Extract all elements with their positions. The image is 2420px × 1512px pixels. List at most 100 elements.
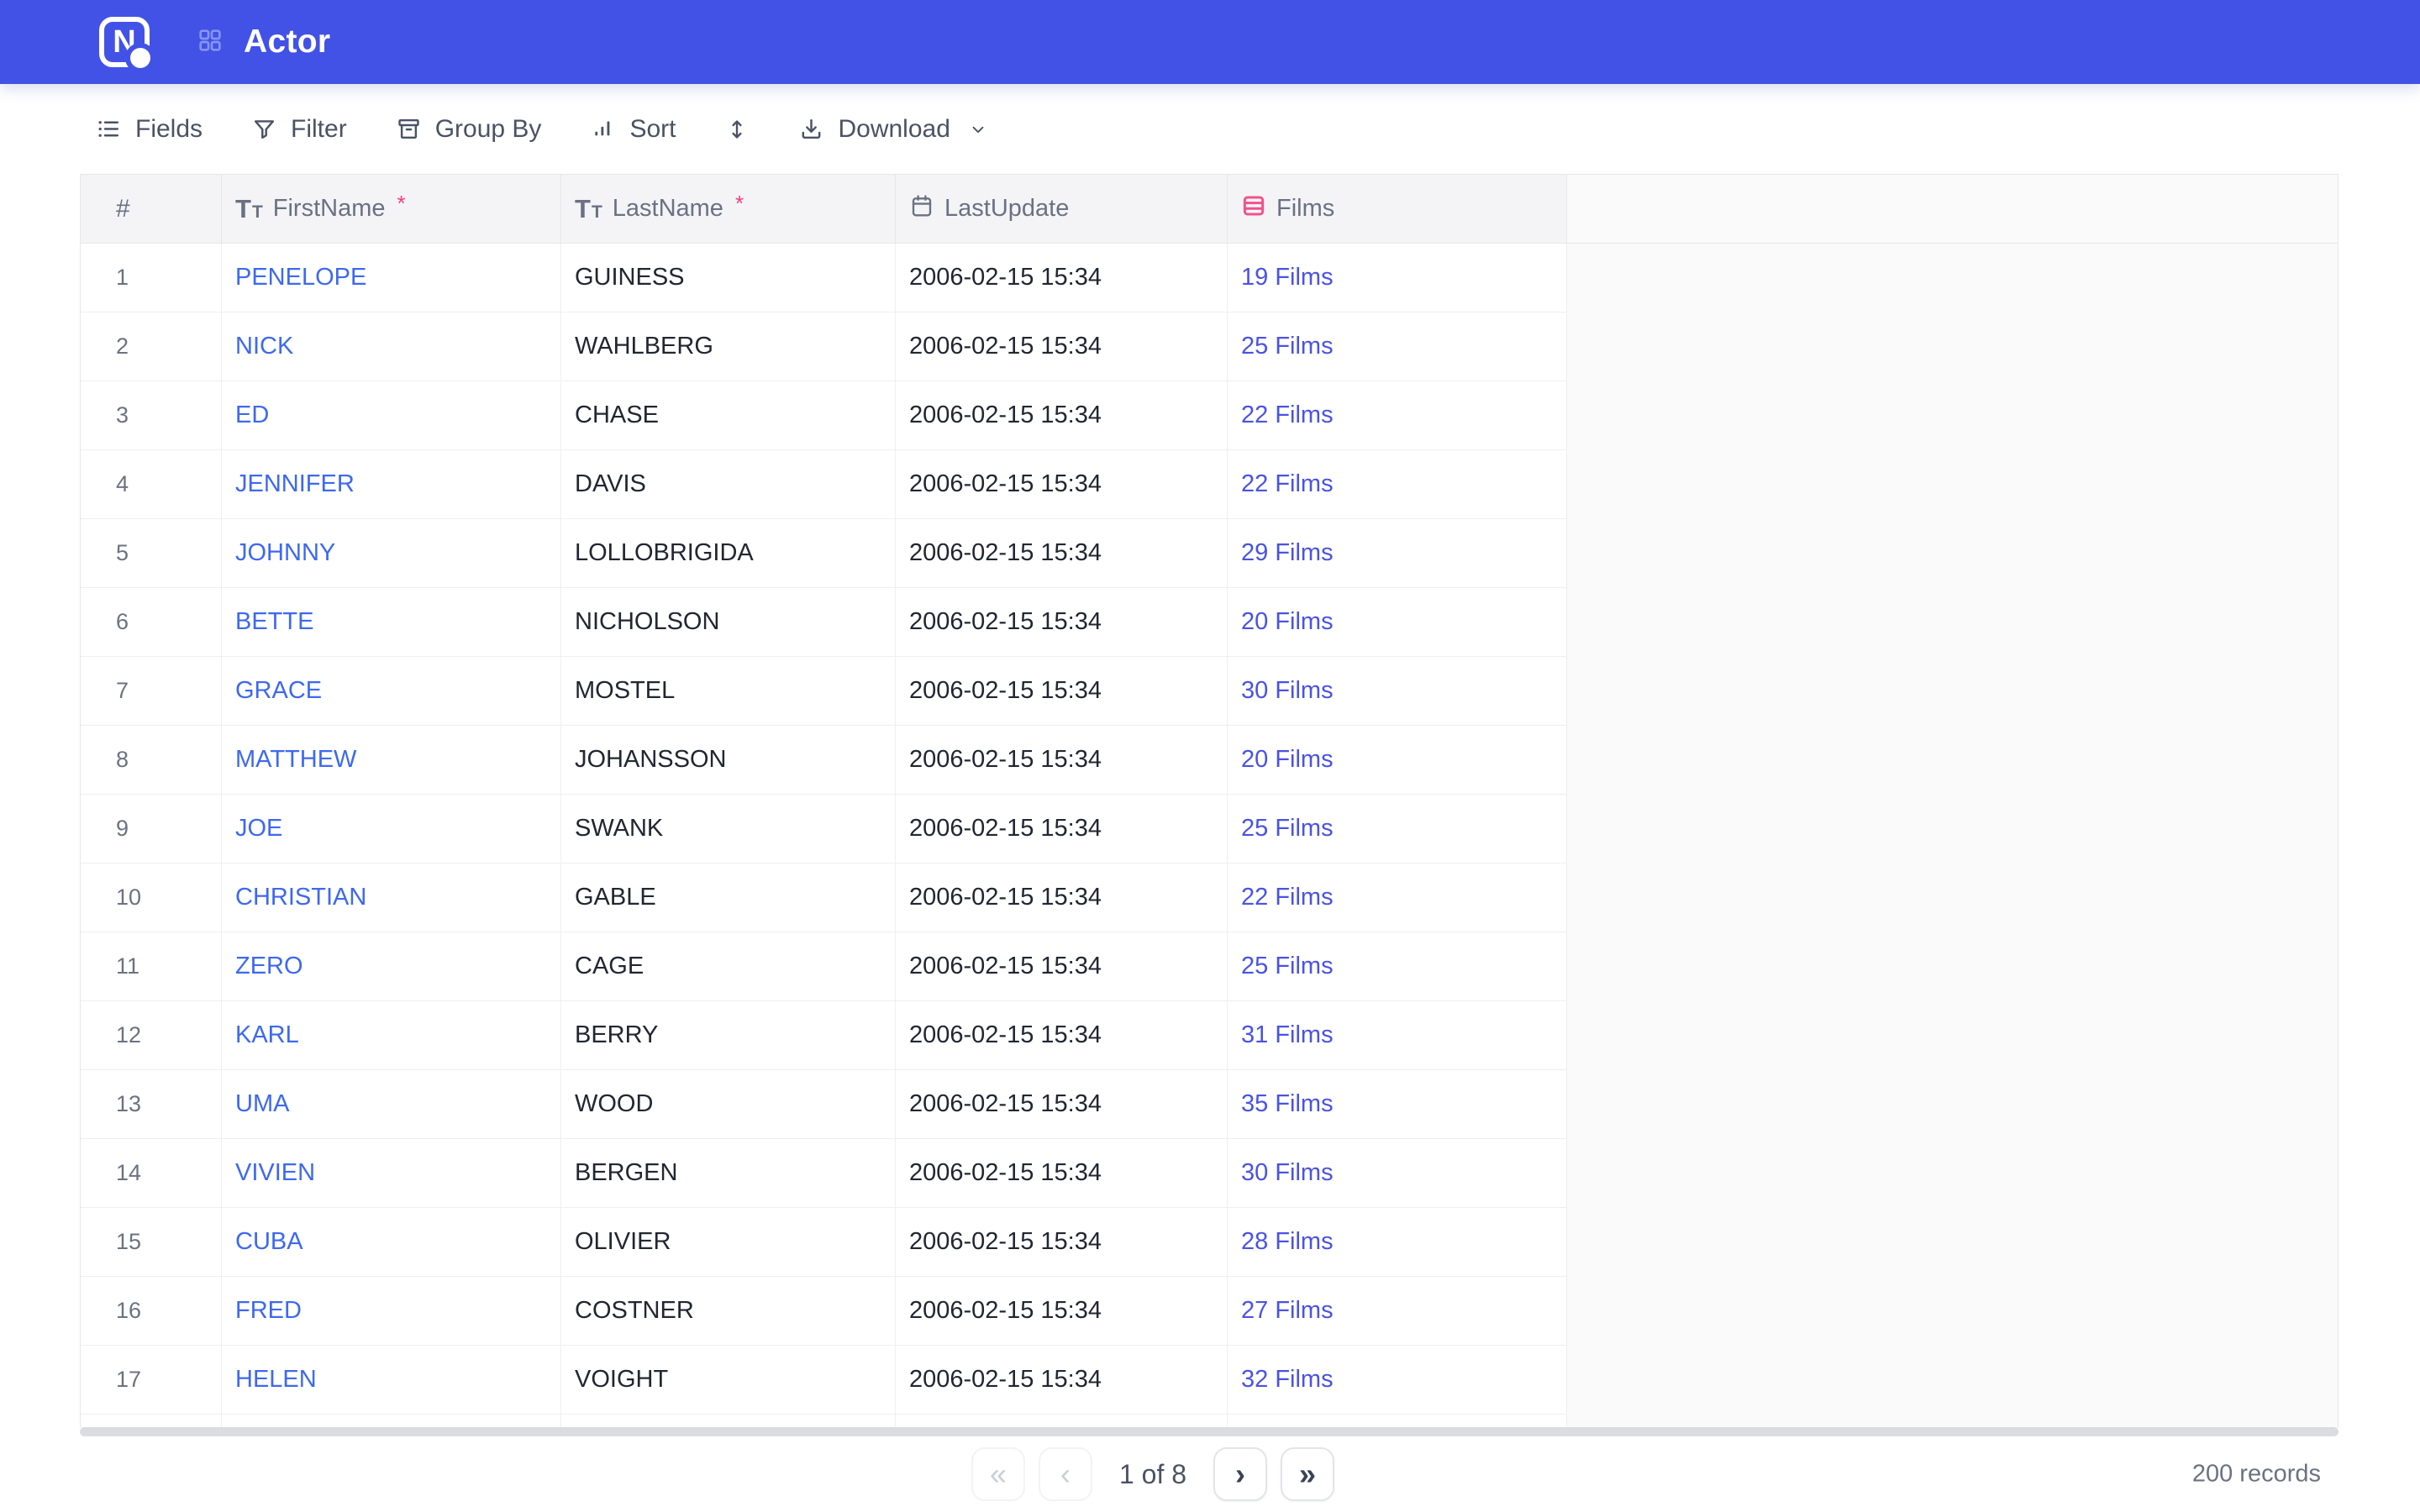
lastname-cell[interactable]: OLIVIER (561, 1208, 896, 1277)
films-cell[interactable]: 29 Films (1228, 519, 1567, 588)
firstname-cell[interactable]: PENELOPE (222, 244, 561, 312)
download-button[interactable]: Download (798, 115, 986, 144)
films-link[interactable]: 35 Films (1241, 1090, 1334, 1118)
lastname-cell[interactable]: SWANK (561, 795, 896, 864)
films-cell[interactable]: 20 Films (1228, 588, 1567, 657)
lastupdate-cell[interactable]: 2006-02-15 15:34 (896, 932, 1228, 1001)
films-cell[interactable]: 25 Films (1228, 312, 1567, 381)
firstname-link[interactable]: JOE (235, 815, 282, 843)
lastname-cell[interactable]: CAGE (561, 932, 896, 1001)
films-cell[interactable]: 22 Films (1228, 450, 1567, 519)
lastupdate-cell[interactable]: 2006-02-15 15:34 (896, 1346, 1228, 1415)
next-page-button[interactable]: › (1213, 1447, 1267, 1501)
films-cell[interactable]: 27 Films (1228, 1277, 1567, 1346)
column-header-films[interactable]: Films (1228, 175, 1567, 243)
firstname-cell[interactable]: MATTHEW (222, 726, 561, 795)
films-cell[interactable]: 25 Films (1228, 795, 1567, 864)
films-link[interactable]: 30 Films (1241, 1159, 1334, 1187)
firstname-link[interactable]: JENNIFER (235, 470, 355, 498)
films-cell[interactable]: 30 Films (1228, 657, 1567, 726)
lastupdate-cell[interactable]: 2006-02-15 15:34 (896, 1001, 1228, 1070)
lastname-cell[interactable]: MOSTEL (561, 657, 896, 726)
films-cell[interactable]: 22 Films (1228, 864, 1567, 932)
films-link[interactable]: 19 Films (1241, 264, 1334, 291)
lastupdate-cell[interactable]: 2006-02-15 15:34 (896, 519, 1228, 588)
lastupdate-cell[interactable]: 2006-02-15 15:34 (896, 1208, 1228, 1277)
lastupdate-cell[interactable]: 2006-02-15 15:34 (896, 1139, 1228, 1208)
row-height-button[interactable] (724, 117, 750, 142)
lastupdate-cell[interactable]: 2006-02-15 15:34 (896, 450, 1228, 519)
films-link[interactable]: 25 Films (1241, 953, 1334, 980)
firstname-cell[interactable]: JENNIFER (222, 450, 561, 519)
firstname-link[interactable]: GRACE (235, 677, 322, 705)
films-link[interactable]: 22 Films (1241, 884, 1334, 911)
lastname-cell[interactable]: NICHOLSON (561, 588, 896, 657)
lastupdate-cell[interactable]: 2006-02-15 15:34 (896, 657, 1228, 726)
firstname-cell[interactable]: UMA (222, 1070, 561, 1139)
firstname-link[interactable]: UMA (235, 1090, 289, 1118)
lastname-cell[interactable]: WOOD (561, 1070, 896, 1139)
column-header-firstname[interactable]: TT FirstName * (222, 175, 561, 243)
lastname-cell[interactable]: BERRY (561, 1001, 896, 1070)
firstname-link[interactable]: NICK (235, 333, 293, 360)
lastname-cell[interactable]: CHASE (561, 381, 896, 450)
firstname-cell[interactable]: KARL (222, 1001, 561, 1070)
first-page-button[interactable]: « (971, 1447, 1025, 1501)
lastname-cell[interactable]: GABLE (561, 864, 896, 932)
films-cell[interactable]: 19 Films (1228, 244, 1567, 312)
prev-page-button[interactable]: ‹ (1039, 1447, 1092, 1501)
firstname-link[interactable]: CUBA (235, 1228, 303, 1256)
column-header-lastupdate[interactable]: LastUpdate (896, 175, 1228, 243)
lastupdate-cell[interactable]: 2006-02-15 15:34 (896, 1070, 1228, 1139)
firstname-link[interactable]: PENELOPE (235, 264, 366, 291)
films-cell[interactable]: 35 Films (1228, 1070, 1567, 1139)
firstname-link[interactable]: JOHNNY (235, 539, 335, 567)
films-link[interactable]: 20 Films (1241, 608, 1334, 636)
films-link[interactable]: 25 Films (1241, 815, 1334, 843)
nocodb-logo[interactable]: N (99, 17, 150, 67)
films-link[interactable]: 29 Films (1241, 539, 1334, 567)
firstname-cell[interactable]: BETTE (222, 588, 561, 657)
films-cell[interactable]: 31 Films (1228, 1001, 1567, 1070)
lastname-cell[interactable]: DAVIS (561, 450, 896, 519)
firstname-cell[interactable]: JOE (222, 795, 561, 864)
column-header-lastname[interactable]: TT LastName * (561, 175, 896, 243)
films-cell[interactable]: 20 Films (1228, 726, 1567, 795)
firstname-link[interactable]: ED (235, 402, 269, 429)
films-cell[interactable]: 32 Films (1228, 1346, 1567, 1415)
films-link[interactable]: 22 Films (1241, 402, 1334, 429)
lastupdate-cell[interactable]: 2006-02-15 15:34 (896, 726, 1228, 795)
lastupdate-cell[interactable]: 2006-02-15 15:34 (896, 381, 1228, 450)
firstname-link[interactable]: FRED (235, 1297, 302, 1325)
lastname-cell[interactable]: LOLLOBRIGIDA (561, 519, 896, 588)
lastupdate-cell[interactable] (896, 1415, 1228, 1428)
firstname-cell[interactable]: JOHNNY (222, 519, 561, 588)
films-link[interactable]: 32 Films (1241, 1366, 1334, 1394)
films-link[interactable]: 22 Films (1241, 470, 1334, 498)
column-header-row-number[interactable]: # (81, 175, 222, 243)
lastname-cell[interactable]: BERGEN (561, 1139, 896, 1208)
lastupdate-cell[interactable]: 2006-02-15 15:34 (896, 795, 1228, 864)
lastname-cell[interactable]: COSTNER (561, 1277, 896, 1346)
lastname-cell[interactable]: VOIGHT (561, 1346, 896, 1415)
firstname-cell[interactable]: NICK (222, 312, 561, 381)
firstname-cell[interactable]: GRACE (222, 657, 561, 726)
lastname-cell[interactable] (561, 1415, 896, 1428)
films-link[interactable]: 27 Films (1241, 1297, 1334, 1325)
films-cell[interactable]: 25 Films (1228, 932, 1567, 1001)
sort-button[interactable]: Sort (590, 115, 676, 144)
lastname-cell[interactable]: WAHLBERG (561, 312, 896, 381)
films-link[interactable]: 28 Films (1241, 1228, 1334, 1256)
films-cell[interactable]: 30 Films (1228, 1139, 1567, 1208)
horizontal-scrollbar[interactable] (80, 1427, 2338, 1436)
firstname-cell[interactable]: HELEN (222, 1346, 561, 1415)
films-cell[interactable]: 28 Films (1228, 1208, 1567, 1277)
firstname-cell[interactable]: FRED (222, 1277, 561, 1346)
group-by-button[interactable]: Group By (396, 115, 542, 144)
lastupdate-cell[interactable]: 2006-02-15 15:34 (896, 312, 1228, 381)
firstname-link[interactable]: MATTHEW (235, 746, 356, 774)
firstname-link[interactable]: ZERO (235, 953, 303, 980)
lastupdate-cell[interactable]: 2006-02-15 15:34 (896, 244, 1228, 312)
films-cell[interactable]: 22 Films (1228, 381, 1567, 450)
filter-button[interactable]: Filter (251, 115, 347, 144)
